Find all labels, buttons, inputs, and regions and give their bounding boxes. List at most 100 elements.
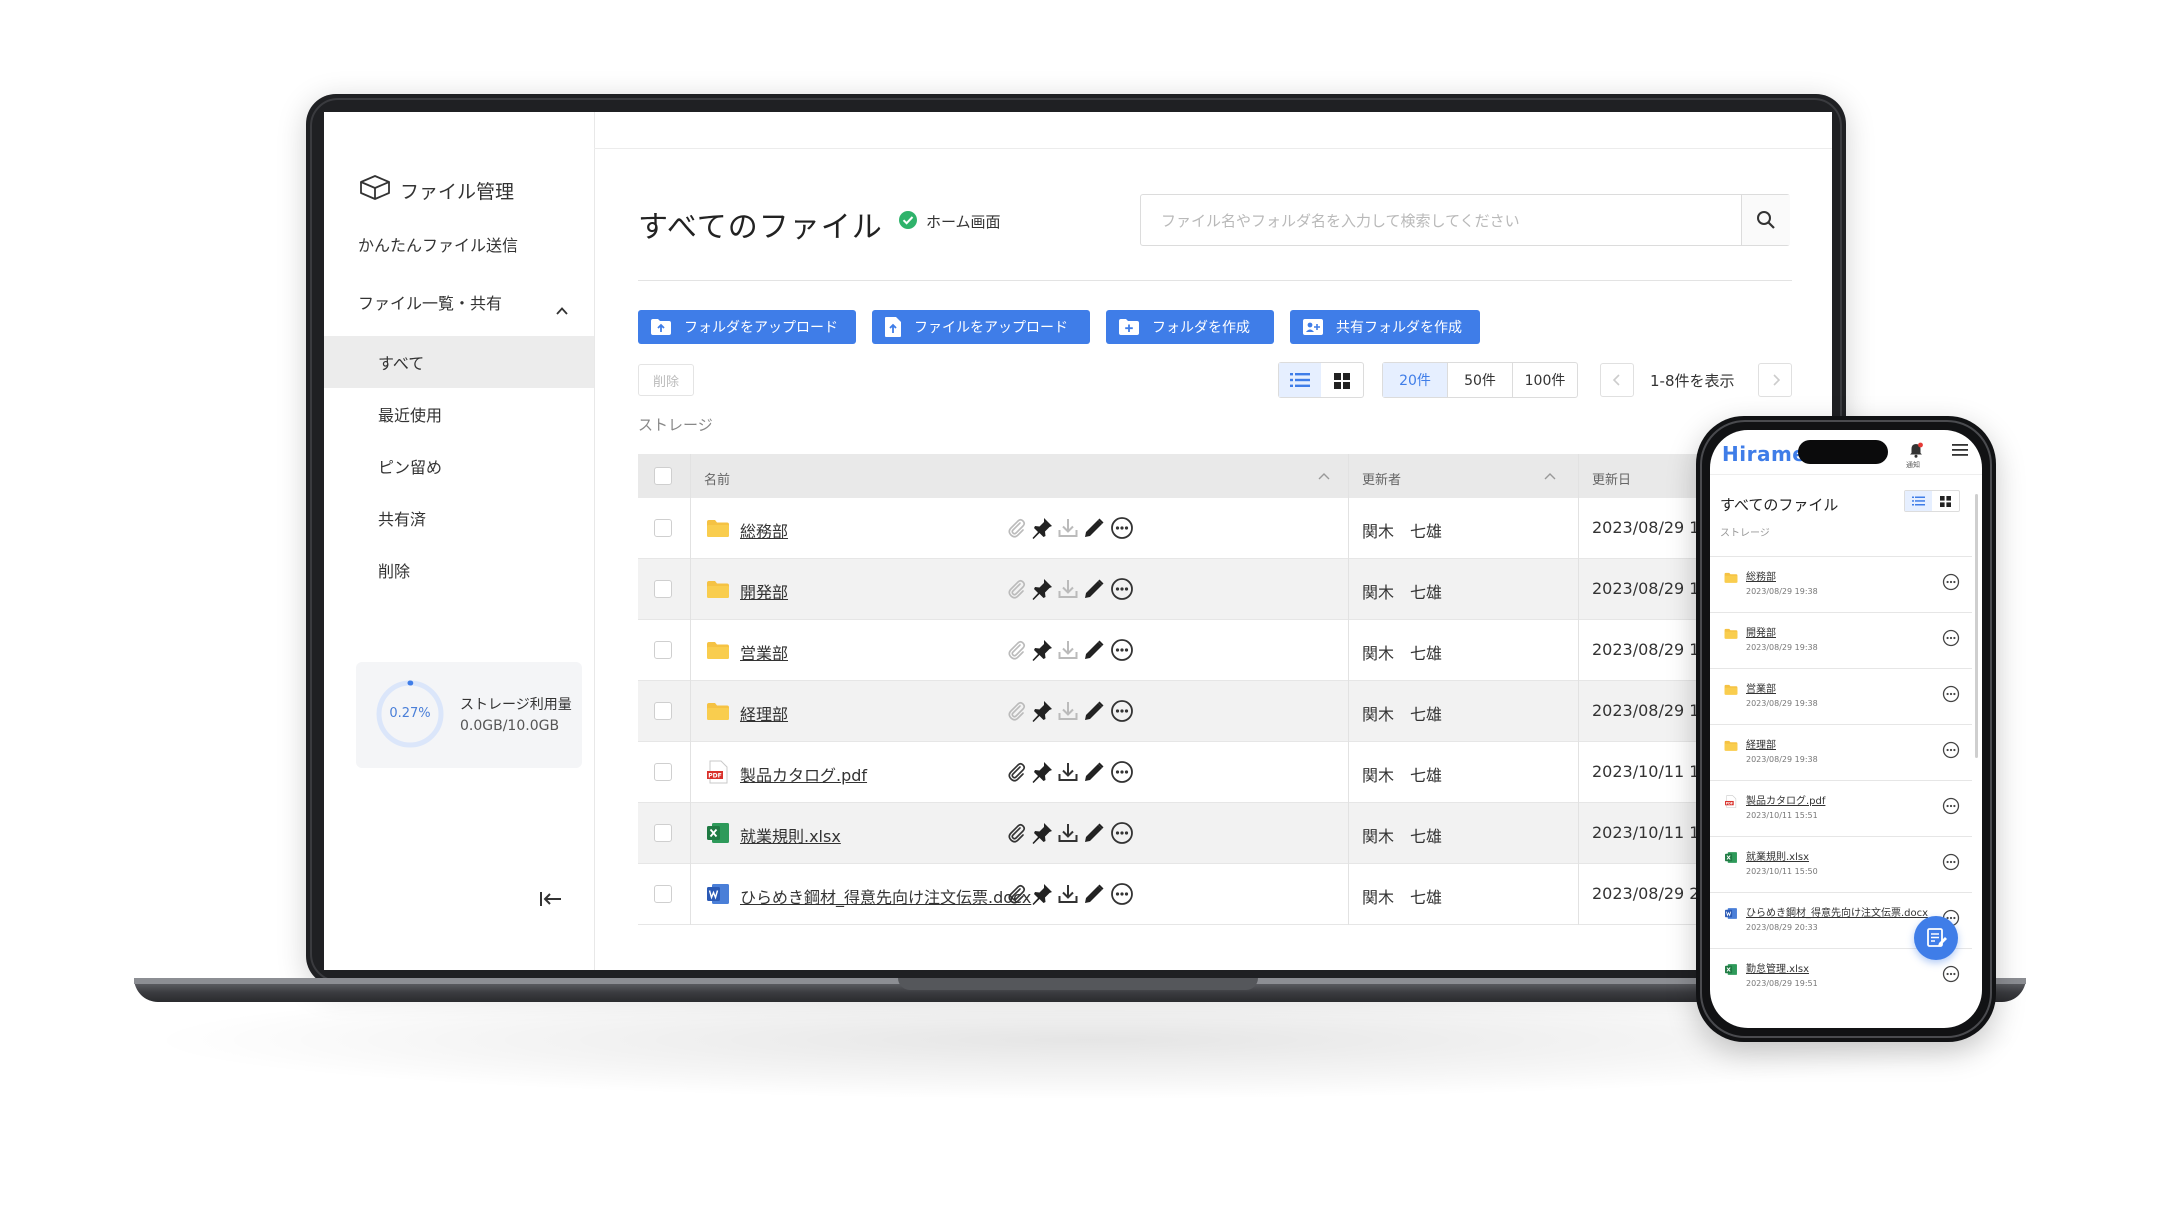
pin-icon[interactable] [1030,516,1054,540]
pin-icon[interactable] [1030,760,1054,784]
more-options-icon[interactable] [1110,882,1134,906]
sidebar-item-all[interactable]: すべて [378,350,424,374]
upload-folder-button[interactable]: フォルダをアップロード [638,310,856,344]
phone-scrollbar[interactable] [1975,494,1978,758]
more-options-icon[interactable] [1942,573,1960,591]
sidebar-item-file-list[interactable]: ファイル一覧・共有 [358,290,502,314]
table-row[interactable]: PDF 製品カタログ.pdf 関木 七雄 2023/10/11 15 [638,742,1832,803]
more-options-icon[interactable] [1110,821,1134,845]
phone-file-name[interactable]: 経理部 [1746,736,1776,751]
list-item[interactable]: 総務部 2023/08/29 19:38 [1710,556,1972,612]
bell-icon[interactable] [1908,442,1924,458]
grid-view-icon[interactable] [1333,372,1351,390]
table-row[interactable]: 総務部 関木 七雄 2023/08/29 19 [638,498,1832,559]
list-item[interactable]: PDF 製品カタログ.pdf 2023/10/11 15:51 [1710,780,1972,836]
edit-icon[interactable] [1082,699,1106,723]
more-options-icon[interactable] [1942,853,1960,871]
attach-icon[interactable] [1004,699,1028,723]
phone-file-name[interactable]: 製品カタログ.pdf [1746,792,1825,807]
edit-icon[interactable] [1082,638,1106,662]
sidebar-item-quick-send[interactable]: かんたんファイル送信 [358,232,518,256]
pin-icon[interactable] [1030,882,1054,906]
table-row[interactable]: 経理部 関木 七雄 2023/08/29 19 [638,681,1832,742]
more-options-icon[interactable] [1942,797,1960,815]
page-size-50[interactable]: 50件 [1448,363,1513,397]
row-checkbox[interactable] [654,580,672,598]
phone-file-name[interactable]: 総務部 [1746,568,1776,583]
row-checkbox[interactable] [654,641,672,659]
list-item[interactable]: 開発部 2023/08/29 19:38 [1710,612,1972,668]
download-icon[interactable] [1056,821,1080,845]
attach-icon[interactable] [1004,577,1028,601]
column-updated[interactable]: 更新日 [1592,469,1631,488]
file-name-link[interactable]: ひらめき鋼材_得意先向け注文伝票.docx [740,884,1031,908]
sort-up-icon[interactable] [1318,471,1330,481]
new-file-fab[interactable] [1914,916,1958,960]
phone-list-view-button[interactable] [1905,491,1932,511]
sidebar-item-deleted[interactable]: 削除 [378,558,410,582]
page-size-20[interactable]: 20件 [1383,363,1448,397]
row-checkbox[interactable] [654,763,672,781]
file-name-link[interactable]: 営業部 [740,640,788,664]
list-view-button[interactable] [1279,363,1321,397]
chevron-up-icon[interactable] [556,305,568,317]
edit-icon[interactable] [1082,882,1106,906]
more-options-icon[interactable] [1110,638,1134,662]
edit-icon[interactable] [1082,516,1106,540]
more-options-icon[interactable] [1942,741,1960,759]
table-row[interactable]: 開発部 関木 七雄 2023/08/29 19 [638,559,1832,620]
table-row[interactable]: ひらめき鋼材_得意先向け注文伝票.docx 関木 七雄 2023/08/29 2… [638,864,1832,925]
row-checkbox[interactable] [654,702,672,720]
create-folder-button[interactable]: フォルダを作成 [1106,310,1274,344]
edit-icon[interactable] [1082,821,1106,845]
sidebar-item-recent[interactable]: 最近使用 [378,402,442,426]
home-screen-link[interactable]: ホーム画面 [926,211,1001,232]
sidebar-item-pinned[interactable]: ピン留め [378,454,442,478]
download-icon[interactable] [1056,882,1080,906]
attach-icon[interactable] [1004,760,1028,784]
phone-file-name[interactable]: 就業規則.xlsx [1746,848,1809,863]
column-updater[interactable]: 更新者 [1362,469,1401,488]
page-size-100[interactable]: 100件 [1513,363,1577,397]
prev-page-button[interactable] [1600,363,1634,397]
list-item[interactable]: 就業規則.xlsx 2023/10/11 15:50 [1710,836,1972,892]
grid-view-icon[interactable] [1940,496,1951,507]
file-name-link[interactable]: 経理部 [740,701,788,725]
more-options-icon[interactable] [1110,516,1134,540]
pin-icon[interactable] [1030,699,1054,723]
edit-icon[interactable] [1082,760,1106,784]
pin-icon[interactable] [1030,638,1054,662]
download-icon[interactable] [1056,577,1080,601]
search-input[interactable]: ファイル名やフォルダ名を入力して検索してください [1140,194,1790,246]
pin-icon[interactable] [1030,577,1054,601]
create-shared-folder-button[interactable]: 共有フォルダを作成 [1290,310,1480,344]
file-name-link[interactable]: 総務部 [740,518,788,542]
pin-icon[interactable] [1030,821,1054,845]
attach-icon[interactable] [1004,821,1028,845]
search-button[interactable] [1741,195,1790,245]
sort-up-icon[interactable] [1544,471,1556,481]
phone-file-name[interactable]: 営業部 [1746,680,1776,695]
more-options-icon[interactable] [1110,577,1134,601]
sidebar-item-shared[interactable]: 共有済 [378,506,426,530]
delete-button[interactable]: 削除 [638,364,694,396]
download-icon[interactable] [1056,699,1080,723]
row-checkbox[interactable] [654,885,672,903]
more-options-icon[interactable] [1942,629,1960,647]
file-name-link[interactable]: 就業規則.xlsx [740,823,841,847]
list-item[interactable]: 経理部 2023/08/29 19:38 [1710,724,1972,780]
attach-icon[interactable] [1004,882,1028,906]
next-page-button[interactable] [1758,363,1792,397]
file-name-link[interactable]: 開発部 [740,579,788,603]
more-options-icon[interactable] [1110,699,1134,723]
attach-icon[interactable] [1004,516,1028,540]
attach-icon[interactable] [1004,638,1028,662]
table-row[interactable]: 就業規則.xlsx 関木 七雄 2023/10/11 15 [638,803,1832,864]
more-options-icon[interactable] [1110,760,1134,784]
file-name-link[interactable]: 製品カタログ.pdf [740,762,867,786]
download-icon[interactable] [1056,638,1080,662]
edit-icon[interactable] [1082,577,1106,601]
more-options-icon[interactable] [1942,965,1960,983]
phone-file-name[interactable]: 勤怠管理.xlsx [1746,960,1809,975]
download-icon[interactable] [1056,516,1080,540]
